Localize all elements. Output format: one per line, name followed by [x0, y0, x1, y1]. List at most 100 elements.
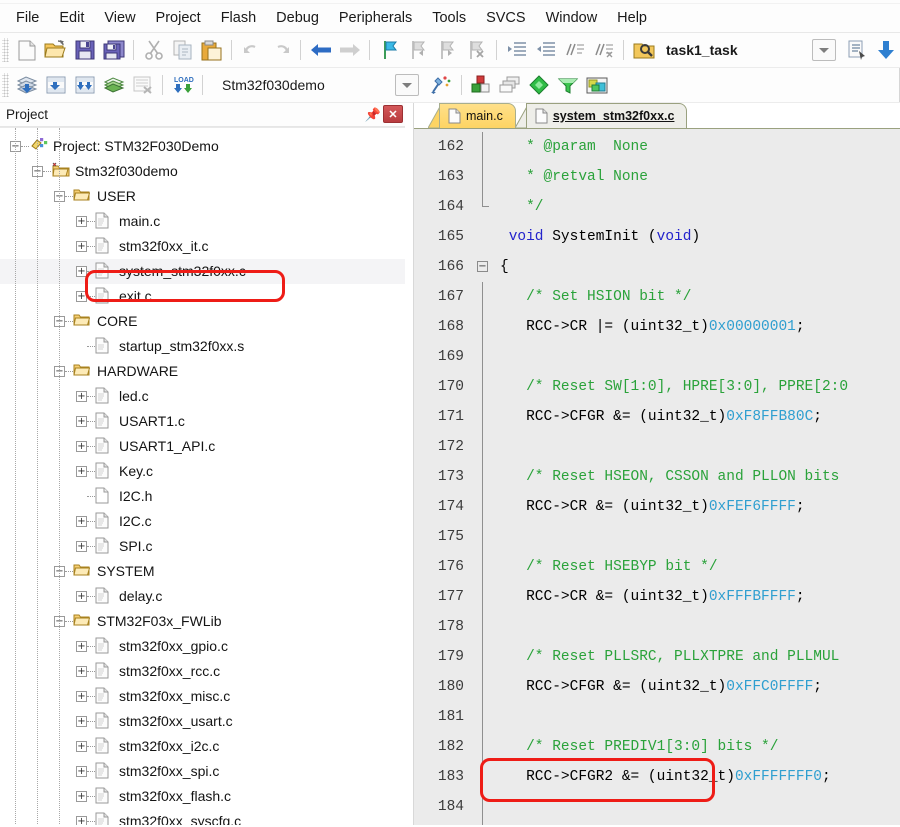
- expand-toggle-icon[interactable]: +: [76, 691, 87, 702]
- tree-item[interactable]: +stm32f0xx_gpio.c: [0, 634, 405, 659]
- tree-item[interactable]: +led.c: [0, 384, 405, 409]
- expand-toggle-icon[interactable]: +: [76, 541, 87, 552]
- bookmark-prev-icon[interactable]: [404, 36, 433, 65]
- uncomment-icon[interactable]: [589, 36, 618, 65]
- expand-toggle-icon[interactable]: +: [76, 466, 87, 477]
- toolbar-grip[interactable]: [2, 73, 9, 97]
- code-area[interactable]: 1621631641651661671681691701711721731741…: [414, 128, 900, 825]
- cut-icon[interactable]: [139, 36, 168, 65]
- fold-toggle-icon[interactable]: −: [477, 261, 488, 272]
- tree-item[interactable]: −Stm32f030demo: [0, 159, 405, 184]
- batch-build-icon[interactable]: [99, 71, 128, 100]
- tree-item[interactable]: −USER: [0, 184, 405, 209]
- tree-item[interactable]: I2C.h: [0, 484, 405, 509]
- target-dropdown[interactable]: [395, 74, 419, 96]
- save-all-icon[interactable]: [99, 36, 128, 65]
- tree-item[interactable]: +USART1_API.c: [0, 434, 405, 459]
- expand-toggle-icon[interactable]: +: [76, 441, 87, 452]
- tree-item[interactable]: −CORE: [0, 309, 405, 334]
- menu-item-peripherals[interactable]: Peripherals: [329, 7, 422, 29]
- indent-left-icon[interactable]: [531, 36, 560, 65]
- menu-item-project[interactable]: Project: [146, 7, 211, 29]
- rebuild-icon[interactable]: [70, 71, 99, 100]
- tree-item[interactable]: −SYSTEM: [0, 559, 405, 584]
- download-icon[interactable]: [871, 36, 900, 65]
- menu-item-file[interactable]: File: [6, 7, 49, 29]
- multi-project-icon[interactable]: [496, 71, 525, 100]
- new-file-icon[interactable]: [12, 36, 41, 65]
- select-software-packs-icon[interactable]: [583, 71, 612, 100]
- expand-toggle-icon[interactable]: +: [76, 216, 87, 227]
- toolbar-grip[interactable]: [2, 38, 9, 62]
- tree-item[interactable]: +Key.c: [0, 459, 405, 484]
- pin-icon[interactable]: 📌: [363, 105, 383, 124]
- expand-toggle-icon[interactable]: +: [76, 516, 87, 527]
- save-icon[interactable]: [70, 36, 99, 65]
- expand-toggle-icon[interactable]: +: [76, 766, 87, 777]
- menu-item-help[interactable]: Help: [607, 7, 657, 29]
- tree-item[interactable]: +stm32f0xx_rcc.c: [0, 659, 405, 684]
- paste-icon[interactable]: [197, 36, 226, 65]
- tree-item[interactable]: +stm32f0xx_spi.c: [0, 759, 405, 784]
- navigate-forward-icon[interactable]: [335, 36, 364, 65]
- menu-item-svcs[interactable]: SVCS: [476, 7, 536, 29]
- expand-toggle-icon[interactable]: +: [76, 591, 87, 602]
- tree-item[interactable]: +main.c: [0, 209, 405, 234]
- bookmark-list-icon[interactable]: [842, 36, 871, 65]
- expand-toggle-icon[interactable]: +: [76, 816, 87, 825]
- copy-icon[interactable]: [168, 36, 197, 65]
- expand-toggle-icon[interactable]: +: [76, 291, 87, 302]
- code-folding-column[interactable]: −: [472, 129, 494, 825]
- open-file-icon[interactable]: [41, 36, 70, 65]
- tree-item[interactable]: +SPI.c: [0, 534, 405, 559]
- load-icon[interactable]: LOAD: [168, 71, 197, 100]
- expand-toggle-icon[interactable]: +: [76, 666, 87, 677]
- expand-toggle-icon[interactable]: +: [76, 416, 87, 427]
- find-search-value[interactable]: task1_task: [658, 42, 746, 58]
- tree-item[interactable]: +delay.c: [0, 584, 405, 609]
- expand-toggle-icon[interactable]: +: [76, 741, 87, 752]
- menu-item-tools[interactable]: Tools: [422, 7, 476, 29]
- menu-item-debug[interactable]: Debug: [266, 7, 329, 29]
- redo-icon[interactable]: [266, 36, 295, 65]
- tree-item[interactable]: −STM32F03x_FWLib: [0, 609, 405, 634]
- run-time-env-icon[interactable]: [554, 71, 583, 100]
- project-tree-scroll[interactable]: −Project: STM32F030Demo−Stm32f030demo−US…: [0, 127, 405, 825]
- close-icon[interactable]: ✕: [383, 105, 403, 124]
- expand-toggle-icon[interactable]: +: [76, 241, 87, 252]
- tree-item[interactable]: +stm32f0xx_usart.c: [0, 709, 405, 734]
- expand-toggle-icon[interactable]: +: [76, 391, 87, 402]
- build-icon[interactable]: [41, 71, 70, 100]
- code-text[interactable]: * @param None * @retval None */ void Sys…: [494, 129, 900, 825]
- pack-installer-icon[interactable]: [525, 71, 554, 100]
- tree-item[interactable]: +exit.c: [0, 284, 405, 309]
- menu-item-edit[interactable]: Edit: [49, 7, 94, 29]
- tree-item[interactable]: +system_stm32f0xx.c: [0, 259, 405, 284]
- tree-item[interactable]: +stm32f0xx_flash.c: [0, 784, 405, 809]
- menu-item-view[interactable]: View: [94, 7, 145, 29]
- indent-right-icon[interactable]: [502, 36, 531, 65]
- expand-toggle-icon[interactable]: +: [76, 716, 87, 727]
- tree-item[interactable]: +stm32f0xx_misc.c: [0, 684, 405, 709]
- manage-project-items-icon[interactable]: [467, 71, 496, 100]
- expand-toggle-icon[interactable]: +: [76, 266, 87, 277]
- tree-item[interactable]: −Project: STM32F030Demo: [0, 134, 405, 159]
- undo-icon[interactable]: [237, 36, 266, 65]
- expand-toggle-icon[interactable]: +: [76, 641, 87, 652]
- menu-item-flash[interactable]: Flash: [211, 7, 266, 29]
- stop-build-icon[interactable]: [128, 71, 157, 100]
- tree-item[interactable]: +I2C.c: [0, 509, 405, 534]
- tab-main-c[interactable]: main.c: [439, 103, 516, 128]
- menu-item-window[interactable]: Window: [536, 7, 608, 29]
- tree-item[interactable]: +stm32f0xx_it.c: [0, 234, 405, 259]
- bookmark-next-icon[interactable]: [433, 36, 462, 65]
- target-options-icon[interactable]: [427, 71, 456, 100]
- find-history-dropdown[interactable]: [812, 39, 836, 61]
- target-name[interactable]: Stm32f030demo: [208, 77, 335, 93]
- tree-item[interactable]: +stm32f0xx_syscfg.c: [0, 809, 405, 825]
- tab-system-stm32f0xx-c[interactable]: system_stm32f0xx.c: [526, 103, 688, 128]
- translate-icon[interactable]: [12, 71, 41, 100]
- tree-item[interactable]: +USART1.c: [0, 409, 405, 434]
- bookmark-clear-icon[interactable]: [462, 36, 491, 65]
- tree-item[interactable]: +stm32f0xx_i2c.c: [0, 734, 405, 759]
